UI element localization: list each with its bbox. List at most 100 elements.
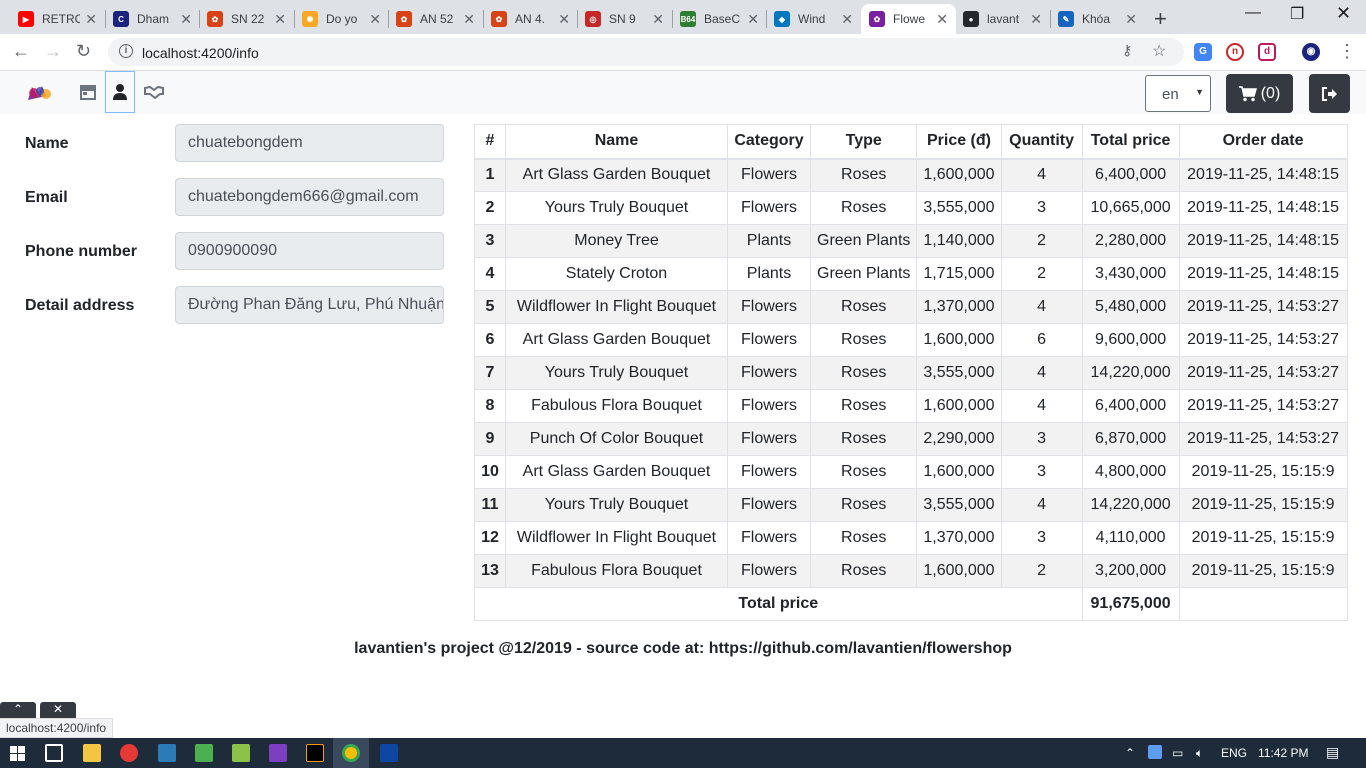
table-row: 13 Fabulous Flora Bouquet Flowers Roses 1,60… — [474, 554, 1348, 588]
tray-app-icon[interactable] — [1148, 745, 1162, 759]
table-row: 2 Yours Truly Bouquet Flowers Roses 3,555,00… — [474, 191, 1348, 225]
email-field[interactable]: chuatebongdem666@gmail.com — [175, 178, 444, 216]
table-row: 12 Wildflower In Flight Bouquet Flowers Ros… — [474, 521, 1348, 555]
table-cell: 3,555,000 — [916, 191, 1002, 225]
tab-close-icon[interactable]: ✕ — [180, 11, 192, 28]
table-row: 7 Yours Truly Bouquet Flowers Roses 3,555,00… — [474, 356, 1348, 390]
browser-tab[interactable]: ✿ AN 4. ✕ — [483, 4, 578, 34]
table-cell: 2019-11-25, 14:48:15 — [1178, 224, 1348, 258]
table-cell: 14,220,000 — [1081, 488, 1180, 522]
browser-tab[interactable]: ✺ Do yo ✕ — [294, 4, 389, 34]
address-bar-url[interactable]: localhost:4200/info — [142, 45, 259, 61]
browser-tab[interactable]: ✎ Khóa ✕ — [1050, 4, 1145, 34]
back-button[interactable]: ← — [12, 41, 30, 62]
address-field[interactable]: Đường Phan Đăng Lưu, Phú Nhuận — [175, 286, 444, 324]
intellij-icon[interactable] — [306, 744, 324, 762]
browser-tab[interactable]: ✿ SN 22 ✕ — [199, 4, 294, 34]
tray-chevron-icon[interactable]: ⌃ — [1125, 746, 1135, 760]
phone-field[interactable]: 0900900090 — [175, 232, 444, 270]
tab-close-icon[interactable]: ✕ — [747, 11, 759, 28]
app-blue-icon[interactable] — [158, 744, 176, 762]
browser-tab[interactable]: ▶ RETRO ✕ — [10, 4, 105, 34]
notifications-icon[interactable]: ▤ — [1326, 744, 1339, 761]
tab-close-icon[interactable]: ✕ — [274, 11, 286, 28]
store-icon[interactable] — [73, 71, 103, 113]
reload-button[interactable]: ↻ — [76, 41, 91, 62]
visual-studio-icon[interactable] — [269, 744, 287, 762]
browser-tab[interactable]: ◆ Wind ✕ — [766, 4, 861, 34]
browser-tab[interactable]: ✿ Flowe ✕ — [861, 4, 956, 34]
browser-tab[interactable]: ◎ SN 9 ✕ — [577, 4, 672, 34]
handshake-icon[interactable] — [139, 71, 169, 113]
tab-close-icon[interactable]: ✕ — [85, 11, 97, 28]
table-cell: 2,280,000 — [1081, 224, 1180, 258]
table-cell: Punch Of Color Bouquet — [505, 422, 728, 456]
address-bar[interactable]: i localhost:4200/info ⚷ ☆ — [108, 38, 1184, 66]
site-info-icon[interactable]: i — [119, 44, 133, 58]
table-cell: 4 — [1000, 356, 1083, 390]
logout-button[interactable] — [1309, 74, 1350, 113]
browser-tab[interactable]: ✿ AN 52 ✕ — [388, 4, 483, 34]
input-language[interactable]: ENG — [1221, 746, 1247, 760]
name-field[interactable]: chuatebongdem — [175, 124, 444, 162]
key-icon[interactable]: ⚷ — [1122, 42, 1132, 59]
language-select[interactable]: en ▼ — [1145, 75, 1211, 112]
table-cell: Roses — [809, 356, 918, 390]
notepad-icon[interactable] — [232, 744, 250, 762]
table-cell: 3 — [1000, 455, 1083, 489]
close-window-button[interactable]: ✕ — [1336, 3, 1351, 24]
minimize-button[interactable]: — — [1245, 4, 1261, 22]
chrome-icon[interactable] — [342, 744, 360, 762]
translate-extension-icon[interactable]: G — [1194, 43, 1212, 61]
tab-close-icon[interactable]: ✕ — [652, 11, 664, 28]
new-tab-button[interactable]: + — [1154, 6, 1167, 32]
table-cell: 3,200,000 — [1081, 554, 1180, 588]
tab-close-icon[interactable]: ✕ — [369, 11, 381, 28]
table-cell: 5 — [474, 290, 506, 324]
table-cell: 9,600,000 — [1081, 323, 1180, 357]
app-red-icon[interactable] — [120, 744, 138, 762]
table-cell: Roses — [809, 554, 918, 588]
profile-avatar-icon[interactable]: ◉ — [1302, 43, 1320, 61]
table-cell: 2 — [474, 191, 506, 225]
table-cell: 2019-11-25, 14:48:15 — [1178, 158, 1348, 192]
app-dark-blue-icon[interactable] — [380, 744, 398, 762]
cart-button[interactable]: (0) — [1226, 74, 1293, 113]
user-info-icon[interactable] — [105, 71, 135, 113]
network-icon[interactable]: ▭ — [1172, 746, 1183, 760]
windows-start-icon[interactable] — [10, 746, 25, 761]
table-cell: Flowers — [727, 554, 811, 588]
task-view-icon[interactable] — [45, 744, 63, 762]
tab-close-icon[interactable]: ✕ — [463, 11, 475, 28]
forward-button[interactable]: → — [44, 41, 62, 62]
file-explorer-icon[interactable] — [83, 744, 101, 762]
total-row: Total price 91,675,000 — [474, 587, 1348, 621]
app-python-icon[interactable] — [195, 744, 213, 762]
extension-d-icon[interactable]: d — [1258, 43, 1276, 61]
tab-close-icon[interactable]: ✕ — [1125, 11, 1137, 28]
tab-close-icon[interactable]: ✕ — [558, 11, 570, 28]
tab-close-icon[interactable]: ✕ — [841, 11, 853, 28]
browser-tab[interactable]: ● lavant ✕ — [955, 4, 1050, 34]
tab-close-icon[interactable]: ✕ — [936, 11, 948, 28]
table-cell: 3,555,000 — [916, 488, 1002, 522]
volume-icon[interactable]: 🔈︎ — [1196, 746, 1203, 761]
chrome-menu-icon[interactable]: ⋮ — [1338, 41, 1356, 62]
browser-tab[interactable]: B64 BaseC ✕ — [672, 4, 767, 34]
flowershop-logo-icon[interactable] — [26, 84, 54, 102]
tab-favicon-icon: ● — [963, 11, 979, 27]
extension-n-icon[interactable]: n — [1226, 43, 1244, 61]
table-cell: Roses — [809, 455, 918, 489]
table-cell: 4 — [1000, 488, 1083, 522]
browser-tab[interactable]: C Dham ✕ — [105, 4, 200, 34]
email-label: Email — [25, 189, 68, 206]
table-cell: 2019-11-25, 15:15:9 — [1178, 488, 1348, 522]
table-cell: Fabulous Flora Bouquet — [505, 554, 728, 588]
bookmark-star-icon[interactable]: ☆ — [1152, 41, 1166, 61]
maximize-button[interactable]: ❐ — [1290, 4, 1304, 24]
table-cell: 1,715,000 — [916, 257, 1002, 291]
table-cell: Roses — [809, 191, 918, 225]
clock[interactable]: 11:42 PM — [1258, 746, 1308, 760]
tab-close-icon[interactable]: ✕ — [1030, 11, 1042, 28]
table-cell: 6,400,000 — [1081, 389, 1180, 423]
